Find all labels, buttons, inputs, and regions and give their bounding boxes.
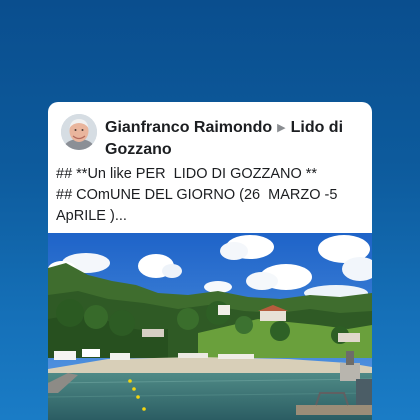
avatar-portrait — [61, 114, 97, 150]
lake-beach-resort-photo — [48, 233, 372, 420]
post-header: Gianfranco Raimondo ▶ Lido di Gozzano — [48, 102, 372, 166]
post-card[interactable]: Gianfranco Raimondo ▶ Lido di Gozzano ## *… — [48, 102, 372, 420]
author-line: Gianfranco Raimondo ▶ Lido di Gozzano — [105, 117, 367, 161]
post-text: ## **Un like PER LIDO DI GOZZANO ** ## C… — [56, 166, 338, 224]
author-avatar[interactable] — [61, 114, 97, 150]
post-photo[interactable] — [48, 233, 372, 420]
author-name[interactable]: Gianfranco Raimondo — [105, 119, 272, 136]
right-triangle-icon: ▶ — [277, 122, 286, 134]
